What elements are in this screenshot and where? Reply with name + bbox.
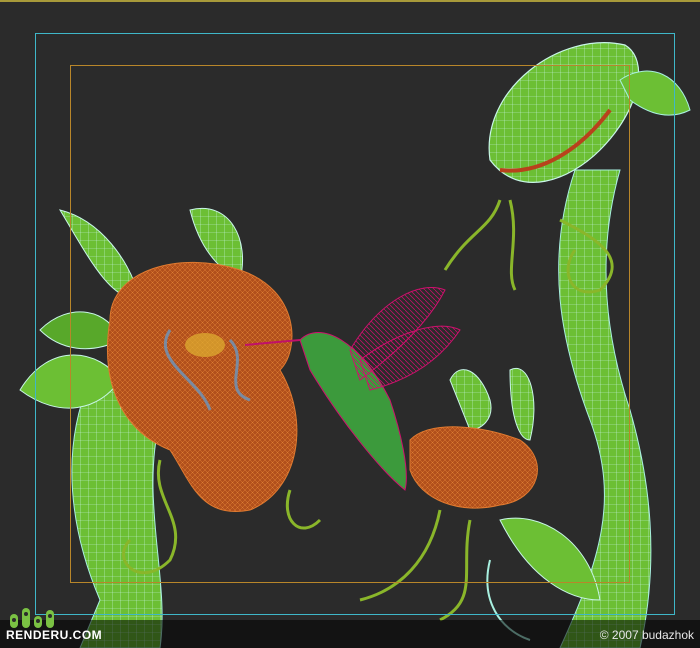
viewport-3d[interactable]: RENDERU.COM © 2007 budazhok — [0, 0, 700, 648]
renderu-logo-icon — [10, 608, 54, 628]
watermark-bar — [0, 620, 700, 648]
renderu-logo[interactable]: RENDERU.COM — [6, 604, 102, 642]
logo-text: RENDERU.COM — [6, 628, 103, 642]
render-frame-guide — [70, 65, 630, 583]
copyright-text: © 2007 budazhok — [599, 628, 694, 642]
